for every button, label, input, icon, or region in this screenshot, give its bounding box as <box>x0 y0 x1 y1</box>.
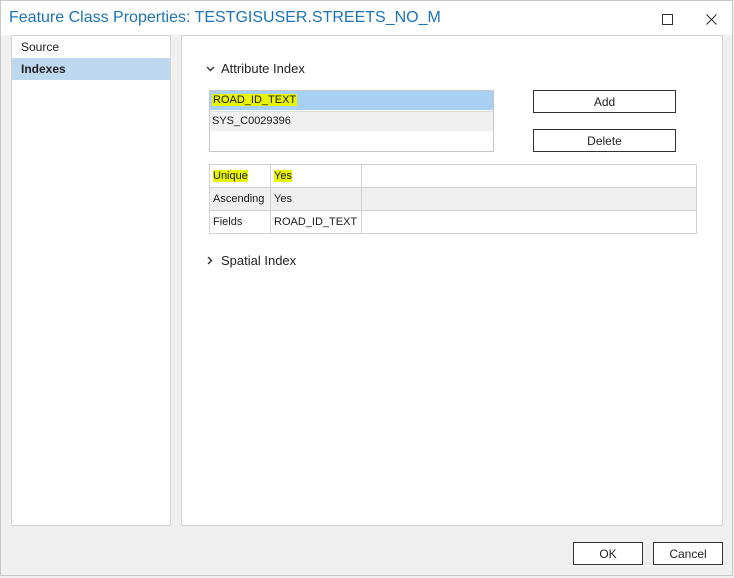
attribute-index-header[interactable]: Attribute Index <box>204 61 305 76</box>
maximize-icon[interactable] <box>657 9 677 29</box>
property-name: Ascending <box>209 187 271 211</box>
index-properties-table: Unique Yes Ascending Yes Fields ROAD_ID_… <box>209 164 697 234</box>
add-index-button[interactable]: Add <box>533 90 676 113</box>
close-icon[interactable] <box>701 9 721 29</box>
index-name: SYS_C0029396 <box>212 115 291 127</box>
table-row: Unique Yes <box>209 164 697 188</box>
property-value[interactable]: Yes <box>270 187 362 211</box>
spatial-index-label: Spatial Index <box>221 253 297 268</box>
spatial-index-header[interactable]: Spatial Index <box>204 253 296 268</box>
sidebar-item-label: Source <box>21 40 60 54</box>
property-name: Unique <box>209 164 271 188</box>
sidebar-item-indexes[interactable]: Indexes <box>12 58 170 80</box>
table-row: Fields ROAD_ID_TEXT <box>209 210 697 234</box>
index-list-item[interactable]: SYS_C0029396 <box>210 111 493 132</box>
indexes-panel: Attribute Index ROAD_ID_TEXT SYS_C002939… <box>181 35 723 526</box>
dialog-title: Feature Class Properties: TESTGISUSER.ST… <box>9 9 441 26</box>
property-spacer <box>361 164 697 188</box>
sidebar: Source Indexes <box>11 35 171 526</box>
chevron-down-icon <box>204 63 216 75</box>
attribute-index-list[interactable]: ROAD_ID_TEXT SYS_C0029396 <box>209 90 494 152</box>
index-list-item[interactable]: ROAD_ID_TEXT <box>210 91 493 111</box>
property-value[interactable]: ROAD_ID_TEXT <box>270 210 362 234</box>
feature-class-properties-dialog: Feature Class Properties: TESTGISUSER.ST… <box>0 0 733 576</box>
ok-button[interactable]: OK <box>573 542 643 565</box>
property-value[interactable]: Yes <box>270 164 362 188</box>
attribute-index-label: Attribute Index <box>221 61 305 76</box>
index-name: ROAD_ID_TEXT <box>212 94 298 106</box>
property-spacer <box>361 187 697 211</box>
cancel-button[interactable]: Cancel <box>653 542 723 565</box>
property-spacer <box>361 210 697 234</box>
title-bar: Feature Class Properties: TESTGISUSER.ST… <box>1 1 732 35</box>
sidebar-item-source[interactable]: Source <box>12 36 170 58</box>
delete-index-button[interactable]: Delete <box>533 129 676 152</box>
table-row: Ascending Yes <box>209 187 697 211</box>
sidebar-item-label: Indexes <box>21 62 66 76</box>
chevron-right-icon <box>204 255 216 267</box>
property-name: Fields <box>209 210 271 234</box>
